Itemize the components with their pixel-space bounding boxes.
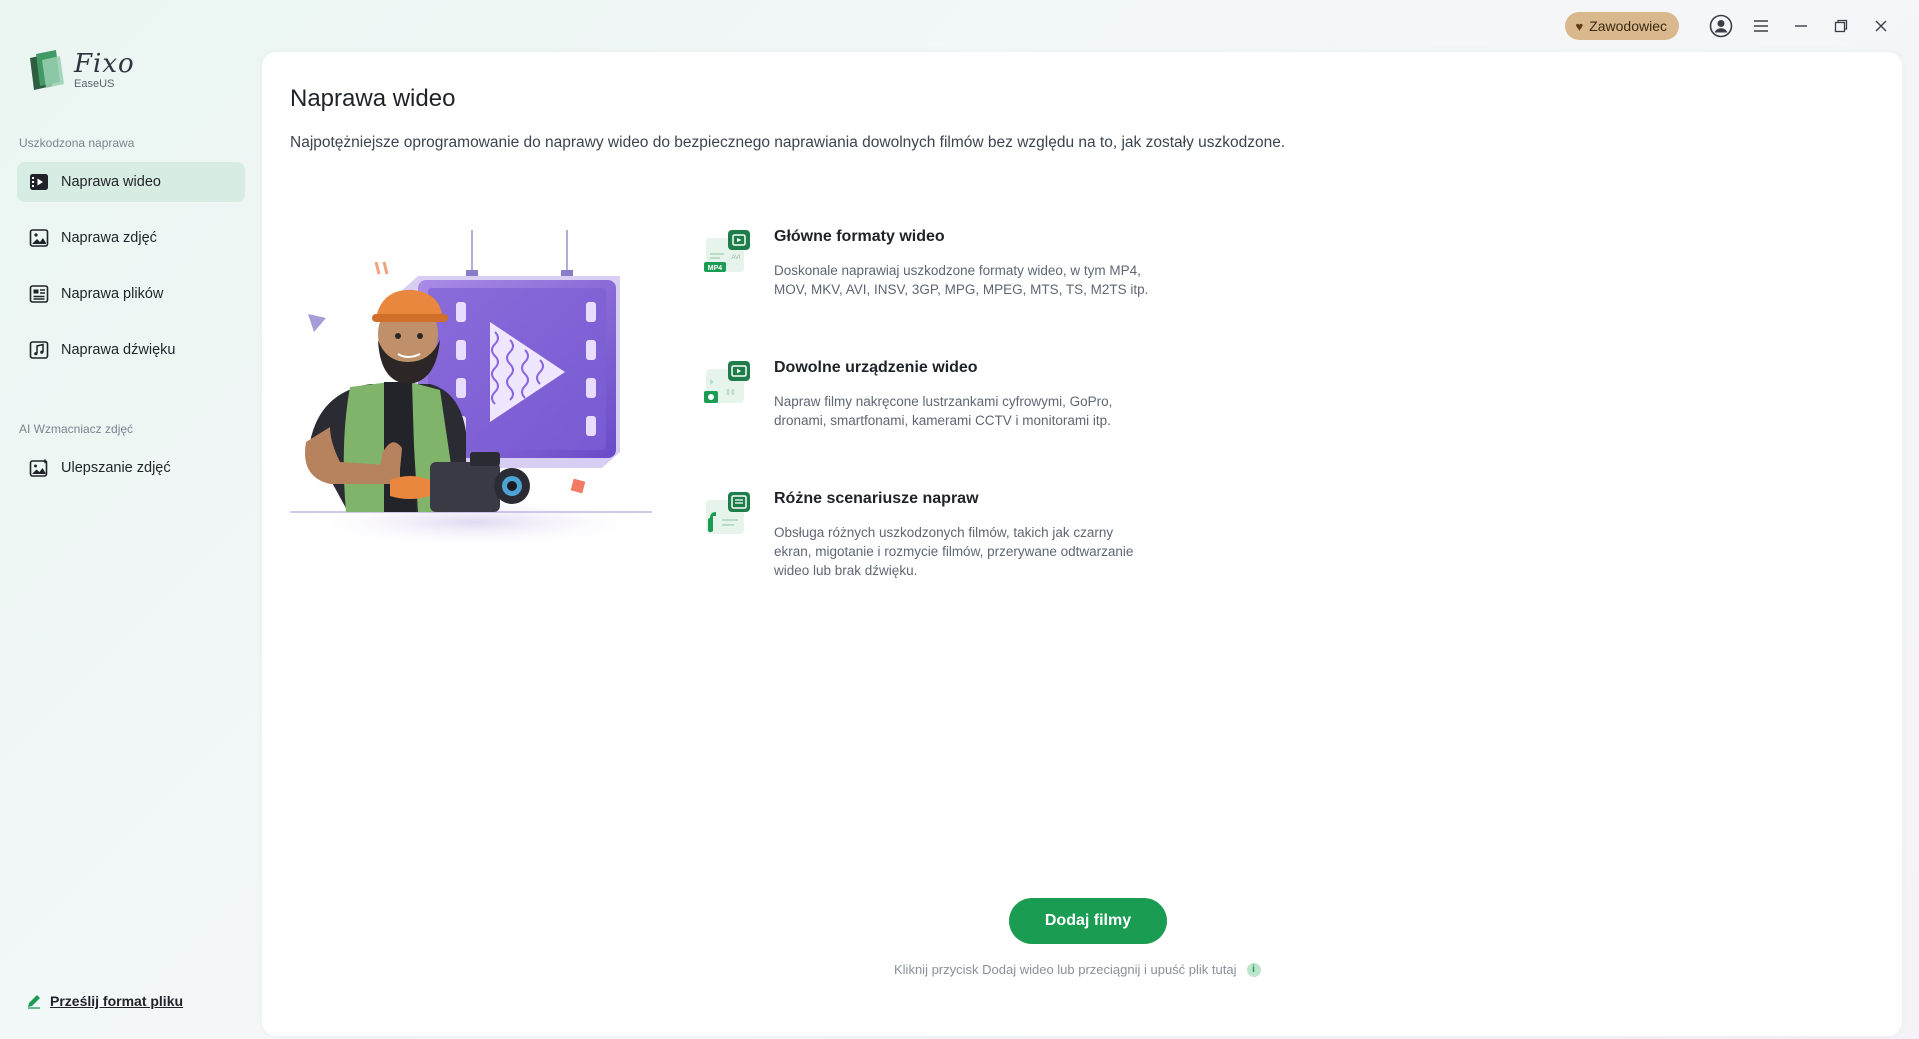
sidebar-item-label: Naprawa dźwięku bbox=[61, 342, 176, 358]
sidebar-item-label: Naprawa wideo bbox=[61, 174, 161, 190]
sidebar-item-label: Ulepszanie zdjęć bbox=[61, 460, 171, 476]
drop-hint: Kliknij przycisk Dodaj wideo lub przecią… bbox=[894, 962, 1261, 977]
sidebar: Fixo EaseUS Uszkodzona naprawa Naprawa w… bbox=[0, 0, 262, 1039]
minimize-button[interactable] bbox=[1781, 6, 1821, 46]
fixo-logo-icon bbox=[30, 50, 64, 90]
close-button[interactable] bbox=[1861, 6, 1901, 46]
section-label-repair: Uszkodzona naprawa bbox=[19, 136, 135, 150]
section-label-ai-enhancer: AI Wzmacniacz zdjęć bbox=[19, 422, 134, 436]
feature-description: Doskonale naprawiaj uszkodzone formaty w… bbox=[774, 263, 1149, 297]
sidebar-item-photo-enhance[interactable]: Ulepszanie zdjęć bbox=[17, 448, 245, 488]
feature-title: Dowolne urządzenie wideo bbox=[774, 359, 978, 376]
image-icon bbox=[29, 229, 49, 247]
sidebar-item-label: Naprawa plików bbox=[61, 286, 164, 302]
user-icon bbox=[1709, 14, 1733, 38]
logo-subtitle: EaseUS bbox=[74, 77, 115, 90]
feature-title: Różne scenariusze napraw bbox=[774, 490, 979, 507]
feature-description: Napraw filmy nakręcone lustrzankami cyfr… bbox=[774, 394, 1113, 428]
main-panel: Naprawa wideo Najpotężniejsze oprogramow… bbox=[262, 52, 1902, 1036]
image-enhance-icon bbox=[29, 458, 48, 477]
plan-badge[interactable]: ♥ Zawodowiec bbox=[1565, 12, 1679, 40]
sidebar-item-label: Naprawa zdjęć bbox=[61, 230, 157, 246]
page-description: Najpotężniejsze oprogramowanie do napraw… bbox=[290, 134, 1286, 151]
minimize-icon bbox=[1795, 25, 1807, 27]
plan-badge-label: Zawodowiec bbox=[1589, 18, 1667, 34]
video-formats-icon: MP4 AVI bbox=[704, 230, 750, 272]
info-icon[interactable]: i bbox=[1246, 962, 1261, 977]
add-videos-button[interactable]: Dodaj filmy bbox=[1009, 898, 1167, 944]
restore-button[interactable] bbox=[1821, 6, 1861, 46]
repairman-illustration bbox=[290, 230, 655, 542]
document-icon bbox=[29, 285, 49, 303]
hamburger-icon bbox=[1754, 20, 1768, 32]
drop-hint-text: Kliknij przycisk Dodaj wideo lub przecią… bbox=[894, 962, 1237, 977]
feature-description: Obsługa różnych uszkodzonych filmów, tak… bbox=[774, 525, 1134, 578]
mp4-label: MP4 bbox=[708, 265, 723, 272]
pencil-icon bbox=[28, 995, 40, 1009]
repair-scenario-icon bbox=[706, 492, 750, 534]
video-device-icon bbox=[704, 361, 750, 403]
video-icon bbox=[30, 174, 48, 190]
menu-button[interactable] bbox=[1741, 6, 1781, 46]
account-button[interactable] bbox=[1701, 6, 1741, 46]
sidebar-item-file-repair[interactable]: Naprawa plików bbox=[17, 274, 245, 314]
heart-icon: ♥ bbox=[1575, 18, 1584, 34]
close-icon bbox=[1875, 20, 1887, 32]
music-icon bbox=[29, 341, 49, 359]
upload-file-format-link[interactable]: Prześlij format pliku bbox=[26, 993, 183, 1009]
feature-title: Główne formaty wideo bbox=[774, 228, 945, 245]
avi-label: AVI bbox=[731, 255, 741, 261]
page-title: Naprawa wideo bbox=[290, 85, 456, 112]
upload-link-label: Prześlij format pliku bbox=[50, 993, 184, 1009]
sidebar-item-photo-repair[interactable]: Naprawa zdjęć bbox=[17, 218, 245, 258]
restore-icon bbox=[1834, 19, 1848, 33]
title-bar: ♥ Zawodowiec bbox=[0, 0, 1919, 52]
sidebar-item-video-repair[interactable]: Naprawa wideo bbox=[17, 162, 245, 202]
sidebar-item-audio-repair[interactable]: Naprawa dźwięku bbox=[17, 330, 245, 370]
app-logo: Fixo EaseUS bbox=[26, 48, 135, 92]
logo-name: Fixo bbox=[74, 48, 135, 79]
